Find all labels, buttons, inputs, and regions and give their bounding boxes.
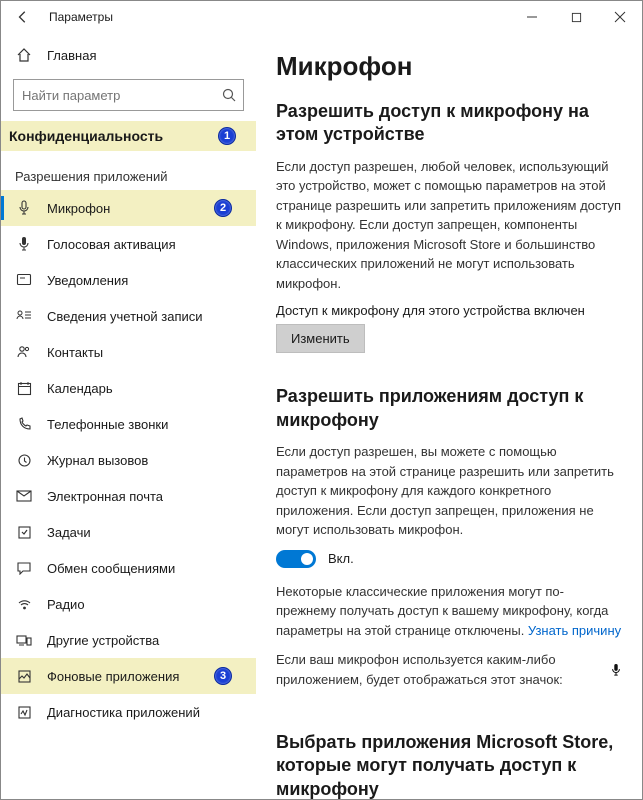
nav-label: Задачи [47,525,91,540]
nav-call-history[interactable]: Журнал вызовов [1,442,256,478]
history-icon [15,453,33,468]
nav-background-apps[interactable]: Фоновые приложения 3 [1,658,256,694]
section1-body: Если доступ разрешен, любой человек, исп… [276,157,622,294]
maximize-icon [571,12,582,23]
nav-email[interactable]: Электронная почта [1,478,256,514]
tasks-icon [15,525,33,540]
calendar-icon [15,381,33,396]
nav-label: Другие устройства [47,633,159,648]
change-button[interactable]: Изменить [276,324,365,353]
nav-voice-activation[interactable]: Голосовая активация [1,226,256,262]
background-apps-icon [15,669,33,684]
microphone-icon [15,200,33,216]
desktop-apps-note: Некоторые классические приложения могут … [276,582,622,641]
back-button[interactable] [9,3,37,31]
maximize-button[interactable] [554,1,598,33]
section1-heading: Разрешить доступ к микрофону на этом уст… [276,100,622,147]
category-label: Конфиденциальность [9,128,163,144]
nav-label: Журнал вызовов [47,453,148,468]
nav-calendar[interactable]: Календарь [1,370,256,406]
nav-label: Микрофон [47,201,110,216]
search-input[interactable] [22,88,221,103]
nav-phone-calls[interactable]: Телефонные звонки [1,406,256,442]
nav-label: Радио [47,597,85,612]
nav-tasks[interactable]: Задачи [1,514,256,550]
nav-label: Обмен сообщениями [47,561,175,576]
section2-body: Если доступ разрешен, вы можете с помощь… [276,442,622,540]
nav-label: Контакты [47,345,103,360]
minimize-button[interactable] [510,1,554,33]
nav-label: Диагностика приложений [47,705,200,720]
nav-app-diagnostics[interactable]: Диагностика приложений [1,694,256,730]
voice-icon [15,236,33,252]
settings-window: Параметры Главная [0,0,643,800]
section2-heading: Разрешить приложениям доступ к микрофону [276,385,622,432]
contacts-icon [15,345,33,359]
nav-label: Голосовая активация [47,237,176,252]
arrow-left-icon [16,10,30,24]
nav-messaging[interactable]: Обмен сообщениями [1,550,256,586]
account-icon [15,309,33,323]
nav-notifications[interactable]: Уведомления [1,262,256,298]
nav-radios[interactable]: Радио [1,586,256,622]
callout-2: 2 [214,199,232,217]
nav-label: Уведомления [47,273,128,288]
diagnostics-icon [15,705,33,720]
section3-heading: Выбрать приложения Microsoft Store, кото… [276,731,622,799]
nav-label: Календарь [47,381,113,396]
nav-contacts[interactable]: Контакты [1,334,256,370]
category-privacy[interactable]: Конфиденциальность 1 [1,121,256,151]
email-icon [15,490,33,502]
nav-account-info[interactable]: Сведения учетной записи [1,298,256,334]
messaging-icon [15,561,33,575]
device-access-status: Доступ к микрофону для этого устройства … [276,303,622,318]
page-title: Микрофон [276,51,622,82]
search-box[interactable] [13,79,244,111]
notifications-icon [15,273,33,287]
devices-icon [15,634,33,647]
callout-1: 1 [218,127,236,145]
close-button[interactable] [598,1,642,33]
titlebar: Параметры [1,1,642,33]
nav-label: Сведения учетной записи [47,309,203,324]
radio-icon [15,597,33,612]
phone-icon [15,417,33,432]
home-label: Главная [47,48,96,63]
nav-label: Фоновые приложения [47,669,179,684]
section-header: Разрешения приложений [1,161,256,190]
apps-access-toggle[interactable] [276,550,316,568]
search-icon [221,87,237,103]
home-icon [15,47,33,63]
nav-other-devices[interactable]: Другие устройства [1,622,256,658]
toggle-label: Вкл. [328,551,354,566]
microphone-indicator-icon [610,663,622,677]
callout-3: 3 [214,667,232,685]
minimize-icon [526,11,538,23]
home-nav[interactable]: Главная [1,37,256,73]
sidebar: Главная Конфиденциальность 1 Разрешения … [1,33,256,799]
nav-label: Электронная почта [47,489,163,504]
nav-label: Телефонные звонки [47,417,168,432]
close-icon [614,11,626,23]
mic-in-use-note: Если ваш микрофон используется каким-либ… [276,650,622,689]
nav-microphone[interactable]: Микрофон 2 [1,190,256,226]
window-title: Параметры [49,10,113,24]
learn-why-link[interactable]: Узнать причину [528,623,621,638]
main-content: Микрофон Разрешить доступ к микрофону на… [256,33,642,799]
